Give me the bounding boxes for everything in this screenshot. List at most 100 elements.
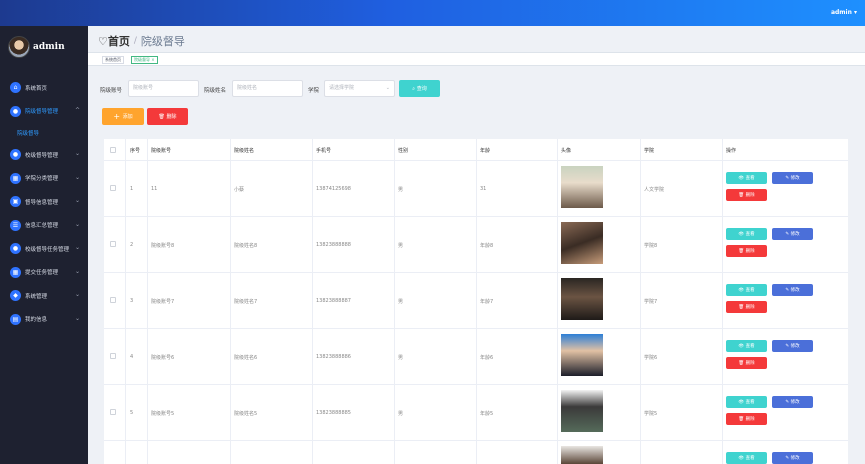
sidebar-item-system[interactable]: ◆ 系统管理 ⌄: [0, 284, 88, 308]
add-button-label: 添加: [122, 114, 133, 120]
cell-college: 学院8: [644, 243, 658, 249]
edit-button[interactable]: ✎ 修改: [772, 172, 813, 184]
cell-name: 院级姓名6: [234, 355, 258, 361]
sidebar-item-school-supervisor[interactable]: ● 校级督导管理 ⌄: [0, 143, 88, 167]
user-name[interactable]: admin: [831, 9, 852, 16]
avatar-photo: [561, 222, 603, 264]
delete-label: 删除: [745, 305, 755, 310]
row-delete-button[interactable]: 🗑 删除: [726, 245, 767, 257]
edit-button[interactable]: ✎ 修改: [772, 228, 813, 240]
sidebar-item-supervision-info[interactable]: ▣ 督导信息管理 ⌄: [0, 190, 88, 214]
edit-label: 修改: [790, 400, 800, 405]
sidebar-item-submit-task[interactable]: ▦ 提交任务管理 ⌄: [0, 261, 88, 285]
row-delete-button[interactable]: 🗑 删除: [726, 413, 767, 425]
cell-gender: 男: [398, 187, 404, 193]
task-icon: ●: [10, 243, 21, 255]
college-select[interactable]: 请选择学院 ⌄: [324, 80, 395, 97]
trash-icon: 🗑: [158, 113, 167, 120]
cell-index: 3: [130, 298, 134, 304]
sidebar-item-school-task[interactable]: ● 校级督导任务管理 ⌄: [0, 237, 88, 261]
sidebar-item-my-info[interactable]: ▤ 我的信息 ⌄: [0, 308, 88, 332]
search-button[interactable]: ⌕ 查询: [399, 80, 440, 97]
sidebar-item-college-supervisor[interactable]: ● 院级督导管理 ^: [0, 100, 88, 124]
eye-icon: 👁: [738, 175, 746, 181]
view-button[interactable]: 👁 查看: [726, 172, 767, 184]
breadcrumb-home[interactable]: 首页: [108, 33, 130, 49]
select-all-checkbox[interactable]: [110, 147, 116, 153]
view-button[interactable]: 👁 查看: [726, 284, 767, 296]
sidebar-item-label: 提交任务管理: [25, 270, 59, 277]
table-row: 4 院级账号6 院级姓名6 13823888886 男 年龄6 学院6 👁 查看…: [104, 329, 848, 385]
edit-button[interactable]: ✎ 修改: [772, 284, 813, 296]
chevron-down-icon: ⌄: [74, 291, 80, 298]
cell-phone: 13823888885: [316, 410, 351, 416]
heart-icon: ♡: [98, 34, 108, 48]
college-label: 学院: [308, 88, 320, 94]
sidebar: admin ⌂ 系统首页 ● 院级督导管理 ^ 院级督导 ● 校级督导管理 ⌄ …: [0, 26, 88, 464]
avatar-photo: [561, 334, 603, 376]
cell-account: 院级账号7: [151, 299, 175, 305]
header-cell: 院级账号: [151, 148, 172, 154]
row-checkbox[interactable]: [110, 241, 116, 247]
tab-college-supervisor[interactable]: 院级督导 ×: [131, 56, 158, 64]
eye-icon: 👁: [738, 343, 746, 349]
sidebar-item-label: 信息汇总管理: [25, 223, 59, 230]
view-button[interactable]: 👁 查看: [726, 396, 767, 408]
row-delete-button[interactable]: 🗑 删除: [726, 357, 767, 369]
account-input[interactable]: 院级账号: [128, 80, 199, 97]
cell-gender: 男: [398, 299, 404, 305]
edit-label: 修改: [790, 456, 800, 461]
header-cell: 操作: [726, 148, 737, 154]
cell-name: 院级姓名5: [234, 411, 258, 417]
cell-index: 1: [130, 186, 134, 192]
sidebar-item-label: 学院分类管理: [25, 176, 59, 183]
name-input[interactable]: 院级姓名: [232, 80, 303, 97]
sidebar-item-college-category[interactable]: ▦ 学院分类管理 ⌄: [0, 167, 88, 191]
row-checkbox[interactable]: [110, 297, 116, 303]
header-cell: 年龄: [480, 148, 491, 154]
account-label: 院级账号: [100, 88, 123, 94]
view-button[interactable]: 👁 查看: [726, 452, 767, 464]
delete-button[interactable]: 🗑 删除: [147, 108, 188, 125]
cell-phone: 13874125698: [316, 186, 351, 192]
edit-button[interactable]: ✎ 修改: [772, 452, 813, 464]
row-checkbox[interactable]: [110, 409, 116, 415]
table-row: 5 院级账号5 院级姓名5 13823888885 男 年龄5 学院5 👁 查看…: [104, 385, 848, 441]
header-cell: 性别: [398, 148, 409, 154]
sidebar-item-label: 院级督导管理: [25, 109, 59, 116]
row-delete-button[interactable]: 🗑 删除: [726, 189, 767, 201]
edit-label: 修改: [790, 232, 800, 237]
cell-index: 2: [130, 242, 134, 248]
edit-button[interactable]: ✎ 修改: [772, 340, 813, 352]
avatar-photo: [561, 446, 603, 464]
edit-label: 修改: [790, 288, 800, 293]
row-delete-button[interactable]: 🗑 删除: [726, 301, 767, 313]
eye-icon: 👁: [738, 399, 746, 405]
list-icon: ☰: [10, 219, 21, 231]
view-button[interactable]: 👁 查看: [726, 340, 767, 352]
user-menu[interactable]: admin ▾: [831, 9, 857, 16]
sidebar-item-label: 系统首页: [25, 85, 48, 92]
row-checkbox[interactable]: [110, 353, 116, 359]
edit-label: 修改: [790, 344, 800, 349]
edit-button[interactable]: ✎ 修改: [772, 396, 813, 408]
cell-age: 年龄5: [480, 411, 494, 417]
grid-icon: ▦: [10, 172, 21, 184]
add-button[interactable]: + 添加: [102, 108, 144, 125]
cell-phone: 13823888888: [316, 242, 351, 248]
chevron-down-icon: ⌄: [74, 267, 80, 275]
sidebar-item-home[interactable]: ⌂ 系统首页: [0, 76, 88, 100]
tab-bar: 系统首页 院级督导 ×: [88, 52, 865, 66]
table-row: 2 院级账号8 院级姓名8 13823888888 男 年龄8 学院8 👁 查看…: [104, 217, 848, 273]
row-checkbox[interactable]: [110, 185, 116, 191]
breadcrumb: ♡ 首页 / 院级督导: [98, 33, 185, 49]
view-button[interactable]: 👁 查看: [726, 228, 767, 240]
tab-home[interactable]: 系统首页: [102, 56, 124, 64]
trash-icon: 🗑: [738, 360, 746, 366]
profile-icon: ▤: [10, 313, 21, 325]
trash-icon: 🗑: [738, 248, 746, 254]
sidebar-subitem-college-supervisor[interactable]: 院级督导: [0, 123, 88, 143]
trash-icon: 🗑: [738, 416, 746, 422]
cell-name: 院级姓名7: [234, 299, 258, 305]
sidebar-item-info-summary[interactable]: ☰ 信息汇总管理 ⌄: [0, 214, 88, 238]
